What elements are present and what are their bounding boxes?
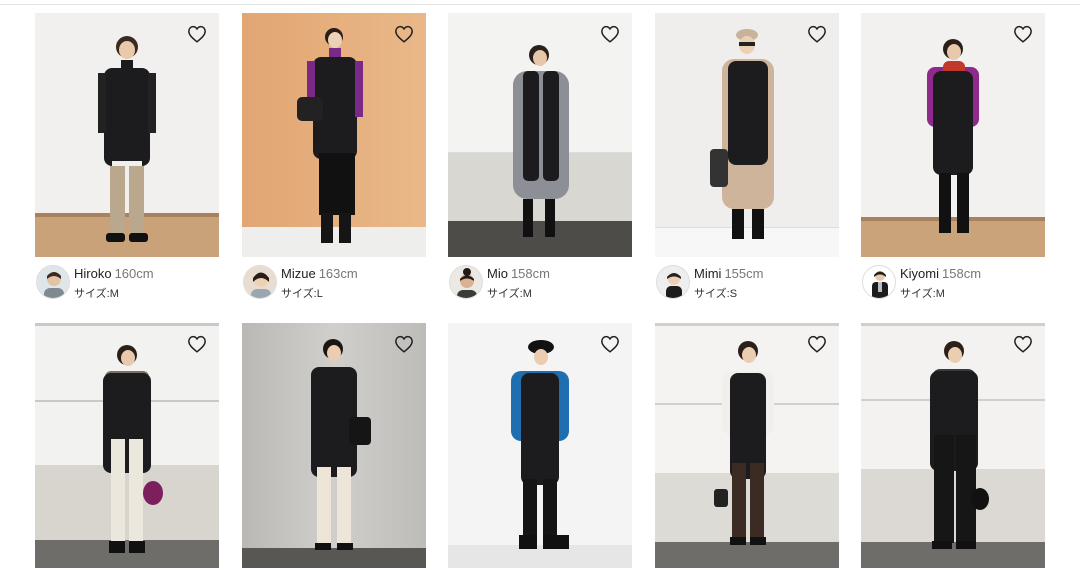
favorite-heart-icon[interactable] xyxy=(187,25,207,43)
staff-height: 158cm xyxy=(942,266,982,281)
staff-info[interactable]: Mimi 155cm サイズ:S xyxy=(655,265,839,301)
outfit-photo[interactable] xyxy=(242,13,426,257)
outfit-photo[interactable] xyxy=(35,13,219,257)
outfit-card[interactable] xyxy=(655,323,839,568)
staff-name[interactable]: Mio xyxy=(487,266,508,281)
staff-avatar[interactable] xyxy=(656,265,690,299)
favorite-heart-icon[interactable] xyxy=(187,335,207,353)
outfit-photo[interactable] xyxy=(655,13,839,257)
size-label: サイズ:S xyxy=(694,288,738,300)
favorite-heart-icon[interactable] xyxy=(394,335,414,353)
favorite-heart-icon[interactable] xyxy=(394,25,414,43)
staff-info[interactable]: Mio 158cm サイズ:M xyxy=(448,265,632,301)
staff-name[interactable]: Mizue xyxy=(281,266,316,281)
outfit-photo[interactable] xyxy=(448,323,632,568)
staff-name-line[interactable]: Kiyomi 158cm xyxy=(900,266,981,281)
favorite-heart-icon[interactable] xyxy=(1013,335,1033,353)
staff-height: 155cm xyxy=(724,266,764,281)
outfit-card[interactable] xyxy=(861,323,1045,568)
favorite-heart-icon[interactable] xyxy=(807,25,827,43)
staff-avatar[interactable] xyxy=(36,265,70,299)
outfit-card[interactable]: Mio 158cm サイズ:M xyxy=(448,13,632,300)
size-label: サイズ:M xyxy=(900,288,945,300)
outfit-photo[interactable] xyxy=(655,323,839,568)
top-divider xyxy=(0,4,1080,5)
staff-name[interactable]: Hiroko xyxy=(74,266,112,281)
staff-name-line[interactable]: Hiroko 160cm xyxy=(74,266,154,281)
outfit-card[interactable]: Mimi 155cm サイズ:S xyxy=(655,13,839,300)
outfit-photo[interactable] xyxy=(861,323,1045,568)
size-label: サイズ:L xyxy=(281,288,323,300)
staff-avatar[interactable] xyxy=(862,265,896,299)
outfit-photo[interactable] xyxy=(35,323,219,568)
favorite-heart-icon[interactable] xyxy=(600,335,620,353)
outfit-photo[interactable] xyxy=(861,13,1045,257)
staff-name[interactable]: Mimi xyxy=(694,266,721,281)
outfit-card[interactable] xyxy=(242,323,426,568)
outfit-card[interactable] xyxy=(35,323,219,568)
staff-info[interactable]: Kiyomi 158cm サイズ:M xyxy=(861,265,1045,301)
favorite-heart-icon[interactable] xyxy=(1013,25,1033,43)
staff-avatar[interactable] xyxy=(243,265,277,299)
staff-name-line[interactable]: Mizue 163cm xyxy=(281,266,358,281)
staff-info[interactable]: Mizue 163cm サイズ:L xyxy=(242,265,426,301)
favorite-heart-icon[interactable] xyxy=(600,25,620,43)
staff-height: 158cm xyxy=(510,266,550,281)
outfit-photo[interactable] xyxy=(242,323,426,568)
staff-name-line[interactable]: Mio 158cm xyxy=(487,266,550,281)
outfit-card[interactable]: Mizue 163cm サイズ:L xyxy=(242,13,426,300)
staff-info[interactable]: Hiroko 160cm サイズ:M xyxy=(35,265,219,301)
staff-name-line[interactable]: Mimi 155cm xyxy=(694,266,763,281)
staff-height: 160cm xyxy=(114,266,154,281)
outfit-card[interactable]: Hiroko 160cm サイズ:M xyxy=(35,13,219,300)
staff-name[interactable]: Kiyomi xyxy=(900,266,939,281)
favorite-heart-icon[interactable] xyxy=(807,335,827,353)
outfit-card[interactable] xyxy=(448,323,632,568)
size-label: サイズ:M xyxy=(74,288,119,300)
staff-avatar[interactable] xyxy=(449,265,483,299)
size-label: サイズ:M xyxy=(487,288,532,300)
outfit-card[interactable]: Kiyomi 158cm サイズ:M xyxy=(861,13,1045,300)
outfit-photo[interactable] xyxy=(448,13,632,257)
staff-height: 163cm xyxy=(318,266,358,281)
